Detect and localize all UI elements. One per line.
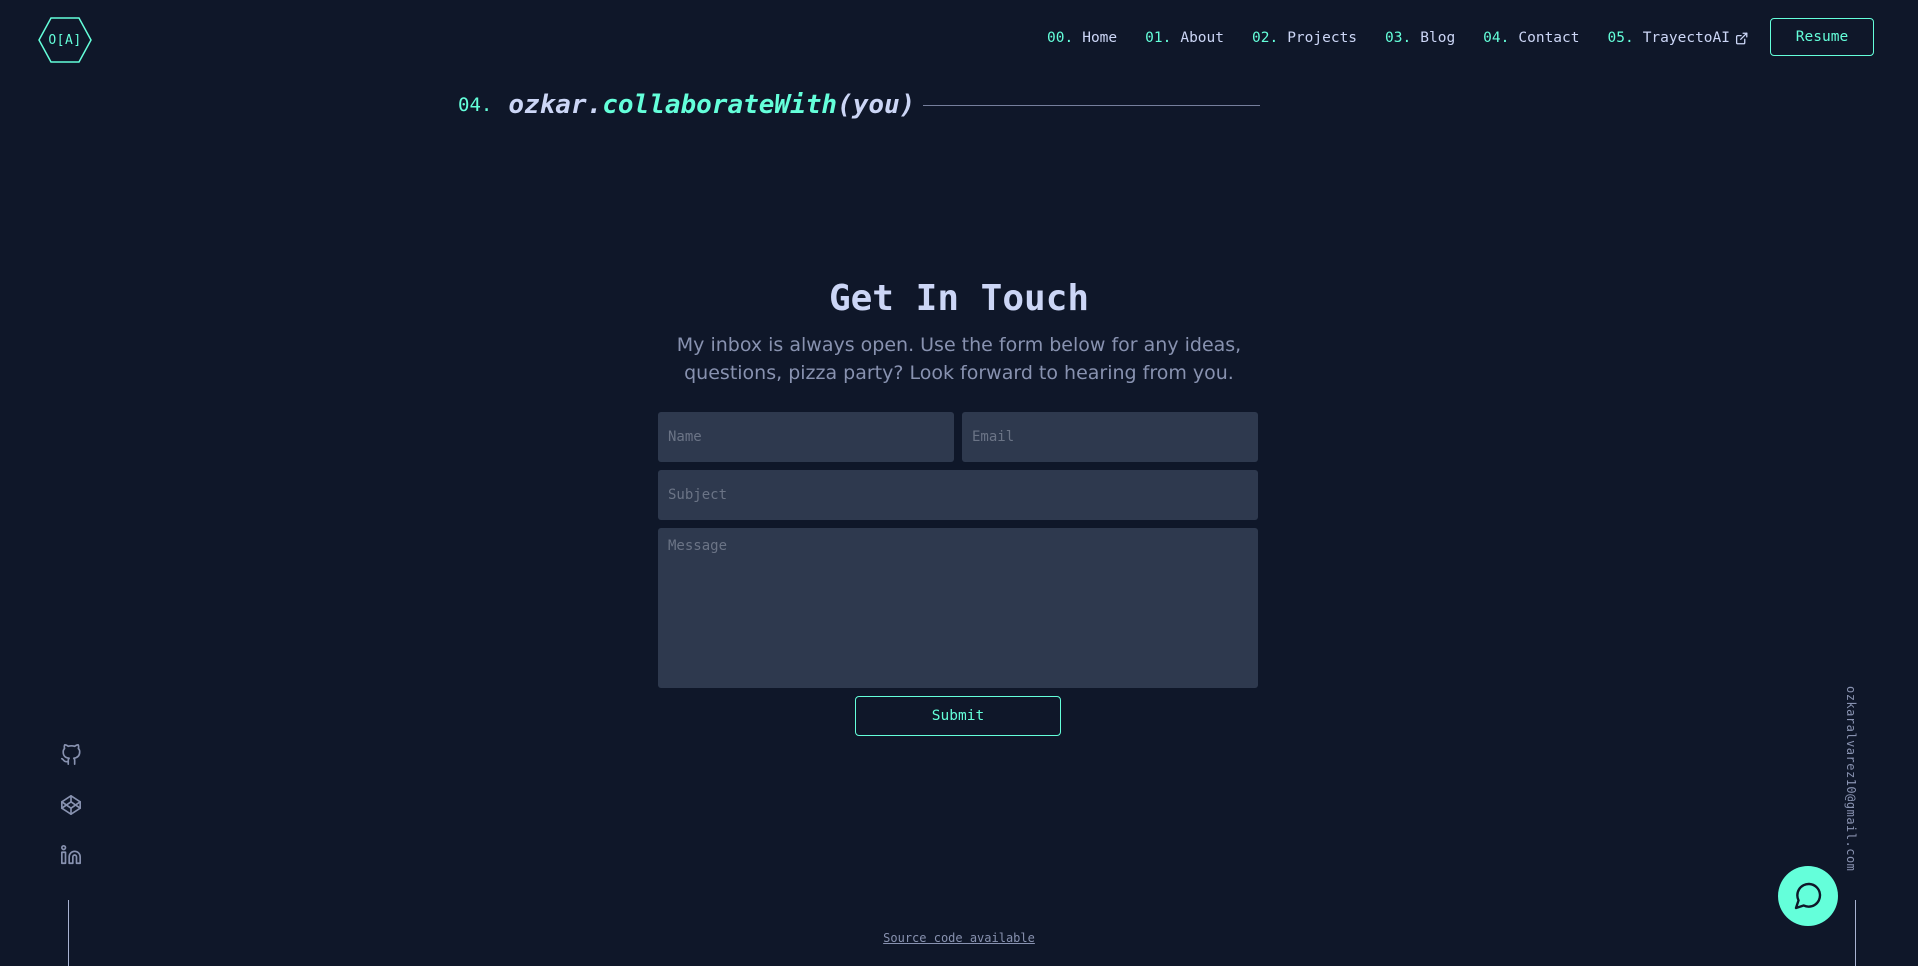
- codepen-icon: [61, 795, 81, 815]
- codepen-link[interactable]: [60, 794, 84, 818]
- contact-description: My inbox is always open. Use the form be…: [676, 334, 1242, 384]
- nav-item-contact[interactable]: 04. Contact: [1483, 30, 1579, 46]
- logo-text: O[A]: [48, 32, 82, 48]
- resume-button[interactable]: Resume: [1770, 18, 1874, 56]
- nav-item-label: TrayectoAI: [1642, 30, 1730, 46]
- section-title-method: collaborateWith: [602, 90, 838, 120]
- subject-field[interactable]: [658, 470, 1258, 520]
- nav-item-label: Blog: [1420, 30, 1456, 46]
- contact-title: Get In Touch: [828, 278, 1090, 319]
- nav-item-number: 05.: [1607, 30, 1634, 46]
- nav-item-about[interactable]: 01. About: [1145, 30, 1224, 46]
- section-title-args: (you): [837, 90, 916, 120]
- chat-button[interactable]: [1778, 866, 1838, 926]
- nav-item-label: About: [1180, 30, 1224, 46]
- message-field[interactable]: [658, 528, 1258, 688]
- nav-item-trayectoai[interactable]: 05. TrayectoAI: [1607, 30, 1748, 46]
- nav-item-home[interactable]: 00. Home: [1047, 30, 1117, 46]
- email-field[interactable]: [962, 412, 1258, 462]
- linkedin-link[interactable]: [60, 844, 84, 868]
- logo[interactable]: O[A]: [38, 16, 92, 64]
- nav-item-number: 01.: [1145, 30, 1172, 46]
- nav-item-label: Projects: [1287, 30, 1358, 46]
- main-nav: 00. Home 01. About 02. Projects 03. Blog…: [1047, 30, 1748, 46]
- section-heading: 04. ozkar.collaborateWith(you): [458, 90, 1260, 120]
- chat-bubble-icon: [1794, 882, 1822, 910]
- external-link-icon: [1735, 32, 1748, 45]
- footer: Source code available: [0, 931, 1918, 945]
- github-link[interactable]: [60, 744, 84, 768]
- nav-item-number: 02.: [1252, 30, 1279, 46]
- email-link[interactable]: ozkaralvarez10@gmail.com: [1844, 686, 1858, 871]
- nav-item-number: 00.: [1047, 30, 1074, 46]
- nav-item-number: 04.: [1483, 30, 1510, 46]
- nav-item-label: Home: [1082, 30, 1118, 46]
- section-number: 04.: [458, 94, 493, 116]
- nav-item-blog[interactable]: 03. Blog: [1385, 30, 1455, 46]
- name-field[interactable]: [658, 412, 954, 462]
- submit-button[interactable]: Submit: [855, 696, 1061, 736]
- nav-item-label: Contact: [1518, 30, 1580, 46]
- source-code-link[interactable]: Source code available: [883, 931, 1035, 945]
- nav-item-projects[interactable]: 02. Projects: [1252, 30, 1357, 46]
- section-title-object: ozkar.: [508, 90, 603, 120]
- section-divider: [923, 104, 1260, 106]
- nav-item-number: 03.: [1385, 30, 1412, 46]
- github-icon: [61, 744, 81, 765]
- section-title: ozkar.collaborateWith(you): [508, 90, 915, 120]
- linkedin-icon: [61, 845, 81, 865]
